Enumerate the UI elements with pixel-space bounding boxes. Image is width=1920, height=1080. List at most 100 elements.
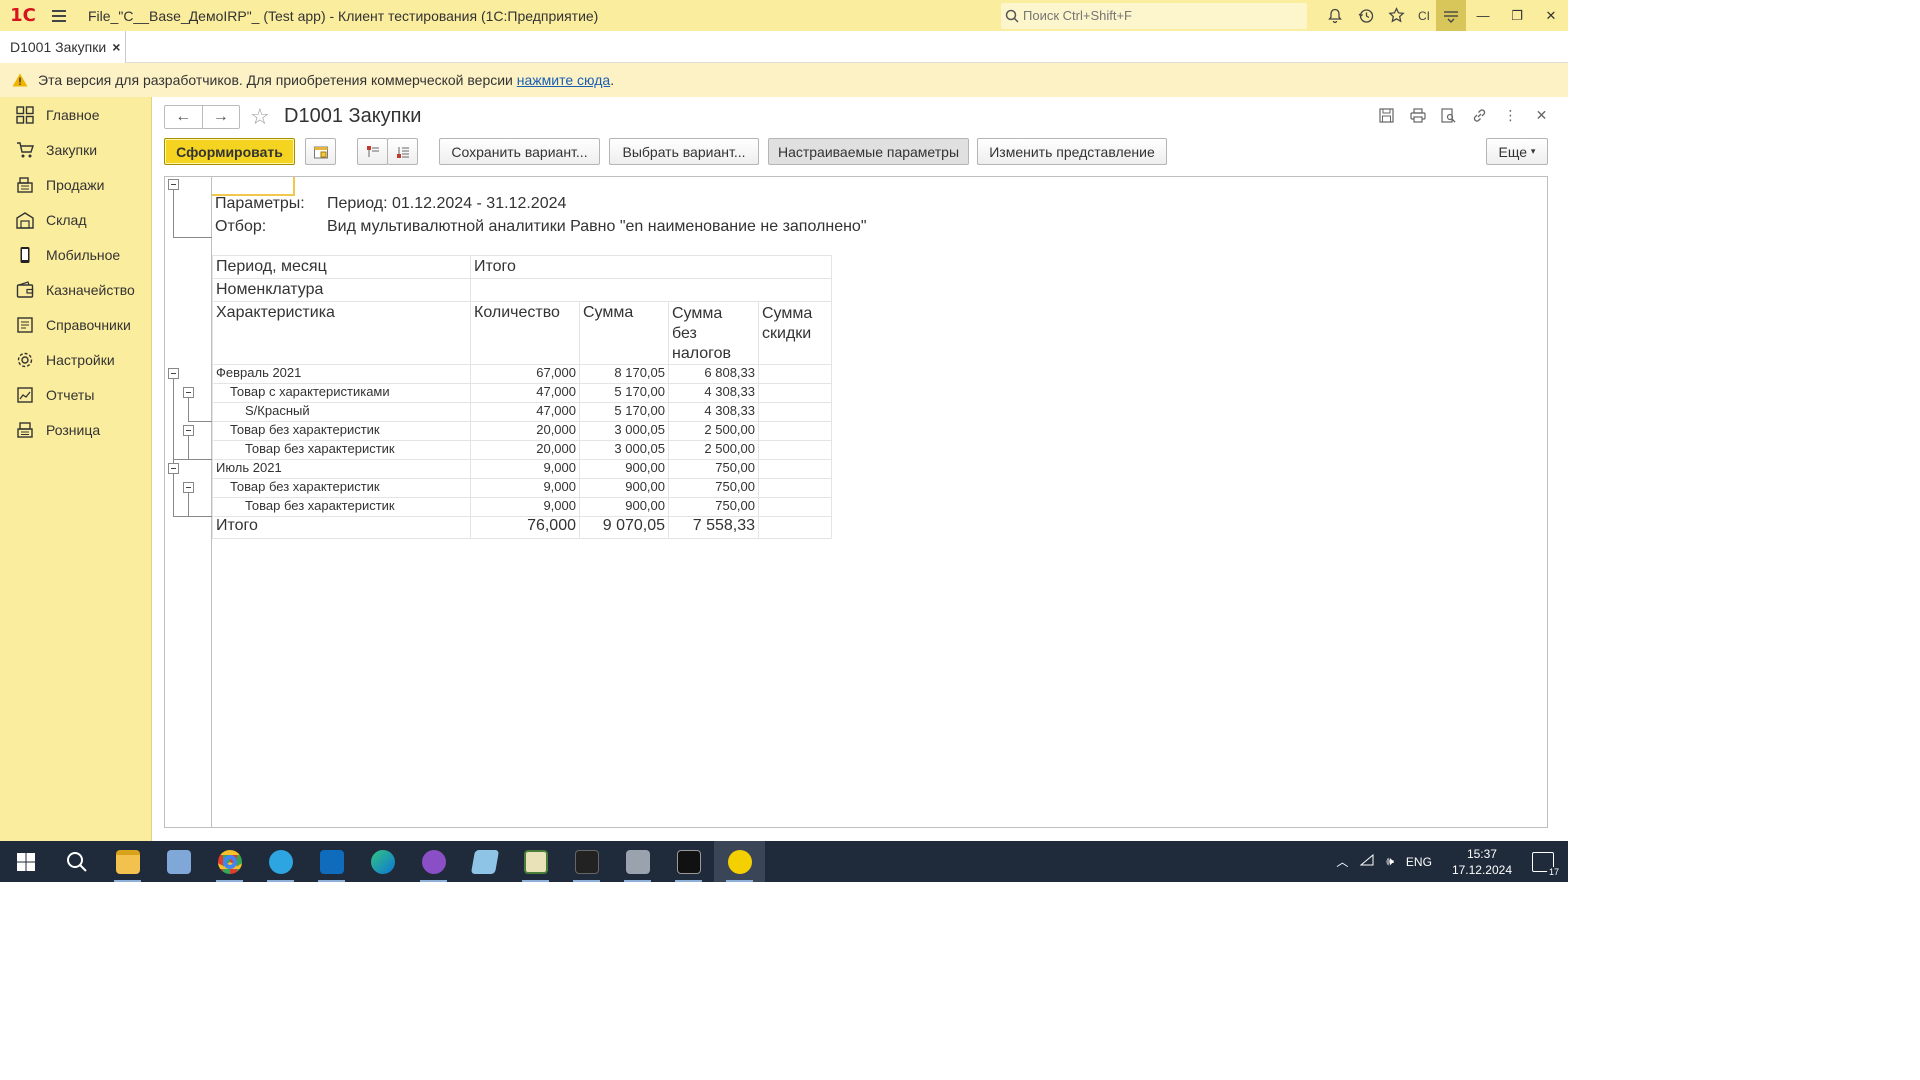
remote-app-icon[interactable] — [153, 841, 204, 882]
network-icon[interactable] — [1359, 853, 1374, 869]
tab-d1001-purchases[interactable]: D1001 Закупки × — [0, 31, 126, 63]
total-sum-cell[interactable]: 9 070,05 — [579, 516, 669, 539]
more-button[interactable]: Еще ▾ — [1486, 138, 1548, 165]
notifications-icon[interactable]: 17 — [1532, 851, 1561, 877]
user-initials[interactable]: CI — [1418, 9, 1430, 23]
notes-app-icon[interactable] — [459, 841, 510, 882]
collapse-product-nochars-group-icon[interactable] — [183, 425, 194, 436]
sum-cell[interactable]: 900,00 — [579, 497, 669, 517]
row-name-cell[interactable]: Июль 2021 — [212, 459, 471, 479]
sidebar-item-purchases[interactable]: Закупки — [0, 132, 151, 167]
table-row[interactable]: Товар без характеристик 9,000 900,00 750… — [212, 497, 832, 517]
history-icon[interactable] — [1350, 0, 1381, 31]
report-spreadsheet[interactable]: Параметры: Период: 01.12.2024 - 31.12.20… — [164, 176, 1548, 828]
qty-cell[interactable]: 20,000 — [470, 440, 580, 460]
qty-cell[interactable]: 20,000 — [470, 421, 580, 441]
collapse-header-group-icon[interactable] — [168, 179, 179, 190]
restore-icon[interactable]: ❐ — [1500, 0, 1534, 31]
sidebar-item-warehouse[interactable]: Склад — [0, 202, 151, 237]
net-sum-cell[interactable]: 750,00 — [668, 497, 759, 517]
more-vertical-icon[interactable]: ⋮ — [1500, 105, 1521, 126]
show-hidden-icons-icon[interactable]: ︿ — [1336, 853, 1348, 870]
1c-logo[interactable]: 1С — [0, 0, 46, 31]
table-row[interactable]: Товар с характеристиками 47,000 5 170,00… — [212, 383, 832, 403]
table-row[interactable]: Товар без характеристик 9,000 900,00 750… — [212, 478, 832, 498]
collapse-groups-button[interactable] — [357, 138, 388, 165]
net-sum-cell[interactable]: 6 808,33 — [668, 364, 759, 384]
total-qty-cell[interactable]: 76,000 — [470, 516, 580, 539]
table-row[interactable]: Товар без характеристик 20,000 3 000,05 … — [212, 421, 832, 441]
choose-variant-button[interactable]: Выбрать вариант... — [609, 138, 759, 165]
windows-start-icon[interactable] — [0, 841, 51, 882]
custom-params-button[interactable]: Настраиваемые параметры — [768, 138, 969, 165]
report-settings-button[interactable] — [305, 138, 336, 165]
spreadsheet-app-icon[interactable] — [510, 841, 561, 882]
collapse-july-product-group-icon[interactable] — [183, 482, 194, 493]
sidebar-item-retail[interactable]: Розница — [0, 412, 151, 447]
net-sum-cell[interactable]: 750,00 — [668, 459, 759, 479]
preview-icon[interactable] — [1438, 105, 1459, 126]
row-name-cell[interactable]: Февраль 2021 — [212, 364, 471, 384]
net-sum-cell[interactable]: 2 500,00 — [668, 421, 759, 441]
volume-icon[interactable]: 🕪 — [1386, 854, 1394, 869]
add-to-favorites-star-icon[interactable]: ☆ — [250, 104, 270, 130]
search-input[interactable] — [1023, 8, 1293, 23]
close-window-icon[interactable]: ✕ — [1534, 0, 1568, 31]
search-taskbar-icon[interactable] — [51, 841, 102, 882]
save-icon[interactable] — [1376, 105, 1397, 126]
row-name-cell[interactable]: Товар без характеристик — [212, 421, 471, 441]
discount-cell[interactable] — [758, 440, 832, 460]
sidebar-item-main[interactable]: Главное — [0, 97, 151, 132]
row-name-cell[interactable]: Товар без характеристик — [212, 440, 471, 460]
expand-groups-button[interactable] — [387, 138, 418, 165]
global-search[interactable] — [1001, 2, 1307, 29]
print-icon[interactable] — [1407, 105, 1428, 126]
sum-cell[interactable]: 3 000,05 — [579, 440, 669, 460]
table-row[interactable]: S/Красный 47,000 5 170,00 4 308,33 — [212, 402, 832, 422]
collapse-july-group-icon[interactable] — [168, 463, 179, 474]
collapse-february-group-icon[interactable] — [168, 368, 179, 379]
total-net-sum-cell[interactable]: 7 558,33 — [668, 516, 759, 539]
table-row[interactable]: Товар без характеристик 20,000 3 000,05 … — [212, 440, 832, 460]
1c-enterprise-icon[interactable] — [714, 841, 765, 882]
discount-cell[interactable] — [758, 459, 832, 479]
sum-cell[interactable]: 900,00 — [579, 459, 669, 479]
github-desktop-icon[interactable] — [408, 841, 459, 882]
qty-cell[interactable]: 67,000 — [470, 364, 580, 384]
generate-button[interactable]: Сформировать — [164, 138, 295, 165]
sidebar-item-treasury[interactable]: Казначейство — [0, 272, 151, 307]
sum-cell[interactable]: 900,00 — [579, 478, 669, 498]
row-name-cell[interactable]: S/Красный — [212, 402, 471, 422]
discount-cell[interactable] — [758, 402, 832, 422]
discount-cell[interactable] — [758, 383, 832, 403]
qty-cell[interactable]: 47,000 — [470, 383, 580, 403]
console-icon[interactable] — [663, 841, 714, 882]
functions-menu-icon[interactable] — [1436, 0, 1466, 31]
discount-cell[interactable] — [758, 364, 832, 384]
link-icon[interactable] — [1469, 105, 1490, 126]
qty-cell[interactable]: 9,000 — [470, 497, 580, 517]
forward-arrow-icon[interactable]: → — [203, 106, 240, 128]
table-row[interactable]: Июль 2021 9,000 900,00 750,00 — [212, 459, 832, 479]
row-name-cell[interactable]: Товар без характеристик — [212, 478, 471, 498]
total-row[interactable]: Итого 76,000 9 070,05 7 558,33 — [212, 516, 832, 539]
edge-icon[interactable] — [357, 841, 408, 882]
net-sum-cell[interactable]: 2 500,00 — [668, 440, 759, 460]
total-discount-cell[interactable] — [758, 516, 832, 539]
sidebar-item-mobile[interactable]: Мобильное — [0, 237, 151, 272]
minimize-icon[interactable]: — — [1466, 0, 1500, 31]
close-form-icon[interactable]: ✕ — [1531, 105, 1552, 126]
change-view-button[interactable]: Изменить представление — [977, 138, 1167, 165]
terminal-app-icon[interactable] — [561, 841, 612, 882]
main-menu-icon[interactable] — [46, 0, 72, 31]
discount-cell[interactable] — [758, 497, 832, 517]
sidebar-item-settings[interactable]: Настройки — [0, 342, 151, 377]
sum-cell[interactable]: 5 170,00 — [579, 402, 669, 422]
selected-cell[interactable] — [212, 177, 295, 196]
row-name-cell[interactable]: Товар с характеристиками — [212, 383, 471, 403]
discount-cell[interactable] — [758, 478, 832, 498]
sidebar-item-reports[interactable]: Отчеты — [0, 377, 151, 412]
purchase-link[interactable]: нажмите сюда — [517, 72, 610, 88]
sidebar-item-catalogs[interactable]: Справочники — [0, 307, 151, 342]
favorites-star-icon[interactable] — [1381, 0, 1412, 31]
